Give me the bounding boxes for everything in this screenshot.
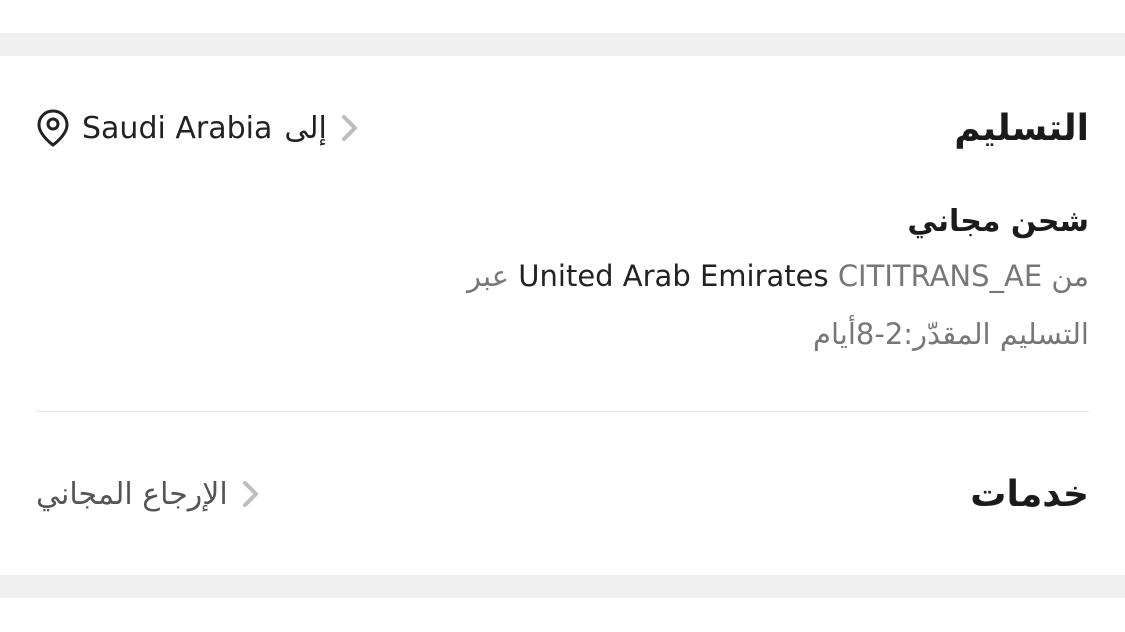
shipping-route: من CITITRANS_AE United Arab Emirates عبر bbox=[36, 259, 1089, 293]
location-pin-icon bbox=[36, 108, 70, 148]
estimated-delivery: التسليم المقدّر:2-8أيام bbox=[812, 317, 1089, 351]
carrier-name: CITITRANS_AE bbox=[837, 259, 1043, 293]
free-return-label: الإرجاع المجاني bbox=[36, 476, 228, 512]
from-prefix: من bbox=[1051, 259, 1089, 293]
section-separator-top bbox=[0, 33, 1125, 56]
shipping-method: شحن مجاني bbox=[907, 204, 1089, 239]
via-label: عبر bbox=[467, 259, 510, 293]
chevron-right-icon bbox=[339, 111, 361, 145]
origin-country: United Arab Emirates bbox=[518, 259, 829, 293]
chevron-right-icon bbox=[240, 477, 262, 511]
free-return-link[interactable]: الإرجاع المجاني bbox=[36, 477, 262, 512]
services-row: خدمات الإرجاع المجاني bbox=[36, 466, 1089, 522]
shipping-details: شحن مجاني من CITITRANS_AE United Arab Em… bbox=[36, 204, 1089, 351]
ship-to-country: Saudi Arabia bbox=[82, 110, 273, 146]
delivery-header-row: التسليم Saudi Arabia إلى bbox=[36, 100, 1089, 156]
ship-to-selector[interactable]: Saudi Arabia إلى bbox=[36, 108, 361, 148]
divider bbox=[36, 411, 1089, 412]
delivery-title: التسليم bbox=[954, 107, 1089, 149]
ship-to-prefix: إلى bbox=[284, 110, 327, 146]
services-title: خدمات bbox=[970, 473, 1089, 515]
section-separator-bottom bbox=[0, 575, 1125, 598]
